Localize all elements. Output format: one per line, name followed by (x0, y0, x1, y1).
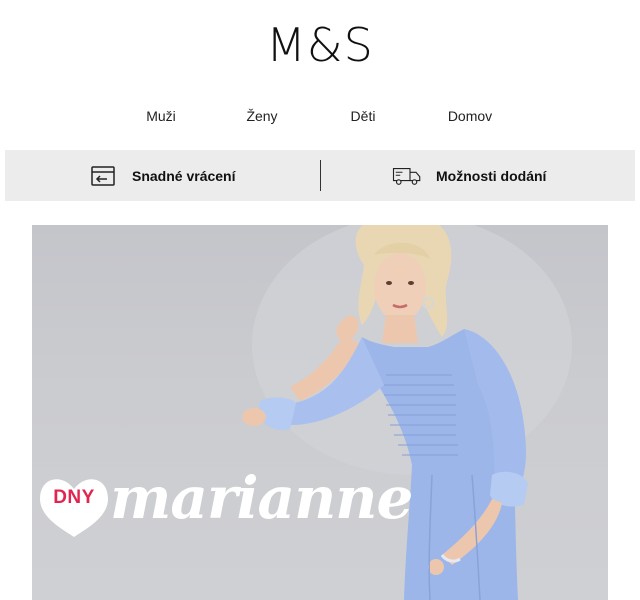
nav-item-men[interactable]: Muži (146, 108, 176, 124)
brand-logo[interactable]: M&S (266, 18, 374, 72)
nav-item-home[interactable]: Domov (448, 108, 492, 124)
delivery-truck-icon (392, 161, 422, 191)
nav-item-kids[interactable]: Děti (351, 108, 376, 124)
hero-banner[interactable]: DNY marianne (32, 225, 608, 600)
easy-returns-label: Snadné vrácení (132, 167, 236, 184)
hero-model-image (40, 225, 572, 600)
campaign-title: marianne (110, 464, 413, 532)
main-navigation: Muži Ženy Děti Domov (0, 108, 640, 128)
nav-item-women[interactable]: Ženy (246, 108, 277, 124)
campaign-badge: DNY (53, 487, 95, 508)
return-box-icon (88, 161, 118, 191)
delivery-options-label: Možnosti dodání (436, 167, 547, 184)
benefits-bar: Snadné vrácení Možnosti dodání (5, 150, 635, 201)
benefits-divider (320, 160, 321, 191)
easy-returns-link[interactable]: Snadné vrácení (88, 150, 236, 201)
delivery-options-link[interactable]: Možnosti dodání (392, 150, 546, 201)
logo-container: M&S (0, 18, 640, 72)
